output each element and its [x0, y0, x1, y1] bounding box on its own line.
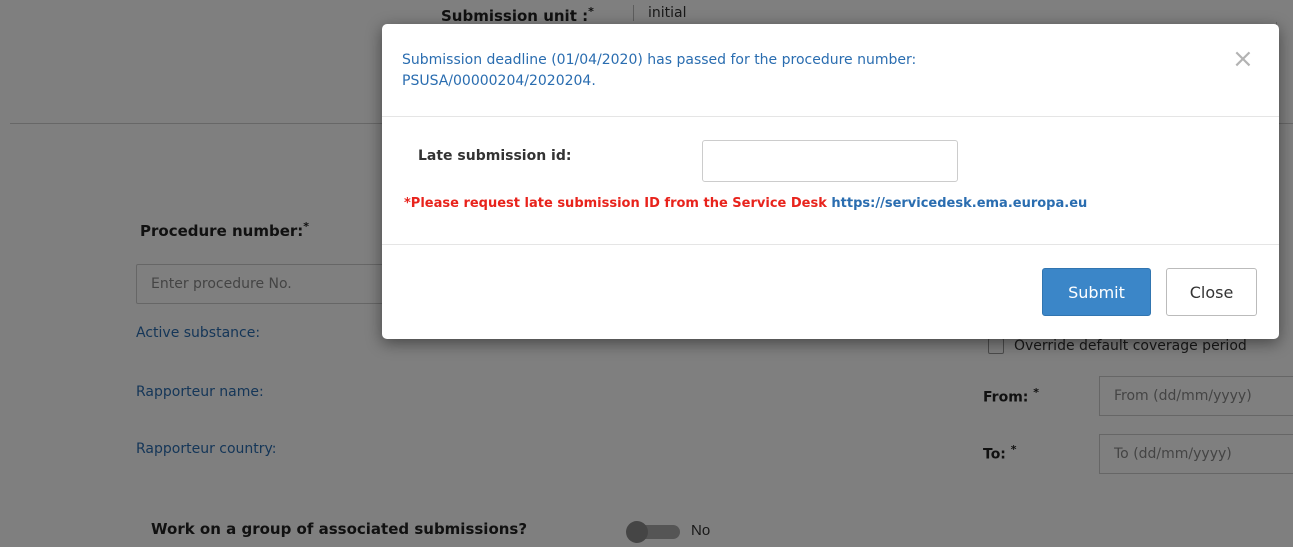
submit-button[interactable]: Submit [1042, 268, 1151, 316]
procedure-number-text: PSUSA/00000204/2020204. [402, 73, 596, 89]
late-submission-dialog: Submission deadline (01/04/2020) has pas… [382, 24, 1279, 339]
service-desk-link[interactable]: https://servicedesk.ema.europa.eu [831, 196, 1087, 211]
dialog-title: Submission deadline (01/04/2020) has pas… [402, 50, 1162, 92]
dialog-footer: Submit Close [382, 246, 1279, 339]
close-icon[interactable]: × [1232, 46, 1254, 72]
late-submission-id-label: Late submission id: [418, 148, 572, 164]
deadline-message: Submission deadline (01/04/2020) has pas… [402, 52, 917, 68]
close-button[interactable]: Close [1166, 268, 1257, 316]
service-desk-notice: *Please request late submission ID from … [404, 196, 1087, 211]
request-instruction: *Please request late submission ID from … [404, 196, 827, 211]
dialog-header: Submission deadline (01/04/2020) has pas… [382, 24, 1279, 117]
dialog-body: Late submission id: *Please request late… [382, 118, 1279, 245]
late-submission-id-input[interactable] [702, 140, 958, 182]
